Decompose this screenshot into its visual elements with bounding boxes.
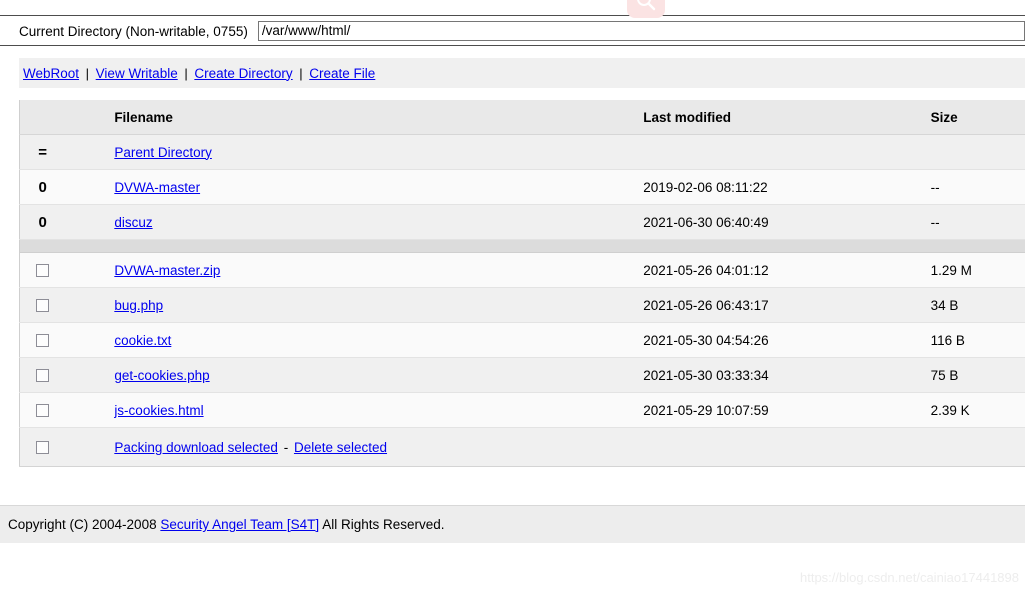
table-row: = Parent Directory: [19, 134, 1025, 170]
table-cell-modified: 2021-05-26 06:43:17: [635, 287, 925, 323]
table-cell-modified: 2021-06-30 06:40:49: [635, 204, 925, 240]
table-cell-filename: bug.php: [65, 287, 636, 323]
table-cell-size: 2.39 K: [924, 392, 1025, 428]
table-cell-select: [19, 252, 66, 288]
link-directory-discuz[interactable]: discuz: [114, 215, 152, 230]
table-cell-filename: discuz: [65, 204, 636, 240]
table-row: 0 DVWA-master 2019-02-06 08:11:22 --: [19, 169, 1025, 205]
table-cell-filename: js-cookies.html: [65, 392, 636, 428]
link-packing-download-selected[interactable]: Packing download selected: [114, 440, 278, 455]
link-directory-dvwa-master[interactable]: DVWA-master: [114, 180, 200, 195]
link-file-cookie-txt[interactable]: cookie.txt: [114, 333, 171, 348]
table-cell-filename: DVWA-master.zip: [65, 252, 636, 288]
table-cell-select: [19, 357, 66, 393]
link-view-writable[interactable]: View Writable: [96, 66, 178, 81]
table-row: cookie.txt 2021-05-30 04:54:26 116 B: [19, 322, 1025, 358]
action-links-bar: WebRoot | View Writable | Create Directo…: [19, 58, 1025, 88]
folder-icon: 0: [19, 204, 66, 240]
table-cell-modified: 2021-05-30 04:54:26: [635, 322, 925, 358]
bulk-actions-cell: Packing download selected - Delete selec…: [65, 427, 1025, 467]
watermark: https://blog.csdn.net/cainiao17441898: [799, 570, 1019, 585]
link-file-get-cookies-php[interactable]: get-cookies.php: [114, 368, 209, 383]
link-create-file[interactable]: Create File: [309, 66, 375, 81]
section-separator: [19, 239, 1025, 253]
table-cell-modified: 2021-05-26 04:01:12: [635, 252, 925, 288]
nav-separator-2: |: [184, 65, 188, 81]
bulk-actions-separator: -: [283, 439, 289, 455]
table-cell-filename: DVWA-master: [65, 169, 636, 205]
table-row: get-cookies.php 2021-05-30 03:33:34 75 B: [19, 357, 1025, 393]
table-cell-modified: [635, 134, 925, 170]
table-cell-modified: 2019-02-06 08:11:22: [635, 169, 925, 205]
table-cell-size: 75 B: [924, 357, 1025, 393]
link-delete-selected[interactable]: Delete selected: [294, 440, 387, 455]
current-directory-row: Current Directory (Non-writable, 0755): [0, 16, 1025, 46]
header-size[interactable]: Size: [924, 100, 1025, 135]
link-file-js-cookies-html[interactable]: js-cookies.html: [114, 403, 203, 418]
table-header-row: Filename Last modified Size: [19, 100, 1025, 135]
link-file-dvwa-master-zip[interactable]: DVWA-master.zip: [114, 263, 220, 278]
table-row: 0 discuz 2021-06-30 06:40:49 --: [19, 204, 1025, 240]
row-checkbox[interactable]: [36, 299, 50, 313]
table-row: js-cookies.html 2021-05-29 10:07:59 2.39…: [19, 392, 1025, 428]
search-icon-chip[interactable]: [627, 0, 665, 18]
table-row: bug.php 2021-05-26 06:43:17 34 B: [19, 287, 1025, 323]
row-checkbox[interactable]: [36, 404, 50, 418]
link-parent-directory[interactable]: Parent Directory: [114, 145, 212, 160]
table-cell-select: [19, 392, 66, 428]
file-list-table: Filename Last modified Size = Parent Dir…: [19, 100, 1025, 467]
folder-icon: 0: [19, 169, 66, 205]
file-manager-page: Current Directory (Non-writable, 0755) W…: [0, 0, 1025, 597]
table-cell-filename: cookie.txt: [65, 322, 636, 358]
copyright-suffix: All Rights Reserved.: [319, 517, 445, 532]
action-links: WebRoot | View Writable | Create Directo…: [19, 66, 375, 81]
row-checkbox[interactable]: [36, 264, 50, 278]
parent-directory-icon: =: [19, 134, 66, 170]
link-file-bug-php[interactable]: bug.php: [114, 298, 163, 313]
table-cell-size: --: [924, 204, 1025, 240]
header-icon: [19, 100, 66, 135]
current-directory-input[interactable]: [257, 21, 1025, 41]
table-cell-filename: Parent Directory: [65, 134, 636, 170]
table-cell-size: 34 B: [924, 287, 1025, 323]
table-cell-select-all: [19, 427, 66, 467]
table-cell-filename: get-cookies.php: [65, 357, 636, 393]
header-filename[interactable]: Filename: [65, 100, 636, 135]
bulk-actions-row: Packing download selected - Delete selec…: [19, 427, 1025, 467]
link-security-angel-team[interactable]: Security Angel Team [S4T]: [160, 517, 319, 532]
top-divider: [0, 15, 1025, 16]
header-last-modified[interactable]: Last modified: [635, 100, 925, 135]
section-separator-cell: [19, 239, 1025, 253]
current-directory-label: Current Directory (Non-writable, 0755): [19, 23, 248, 39]
table-cell-size: [924, 134, 1025, 170]
table-cell-size: --: [924, 169, 1025, 205]
table-cell-select: [19, 287, 66, 323]
link-webroot[interactable]: WebRoot: [23, 66, 79, 81]
table-row: DVWA-master.zip 2021-05-26 04:01:12 1.29…: [19, 252, 1025, 288]
row-checkbox[interactable]: [36, 334, 50, 348]
table-cell-modified: 2021-05-29 10:07:59: [635, 392, 925, 428]
table-cell-modified: 2021-05-30 03:33:34: [635, 357, 925, 393]
nav-separator-3: |: [299, 65, 303, 81]
copyright-text: Copyright (C) 2004-2008 Security Angel T…: [0, 517, 445, 532]
page-footer: Copyright (C) 2004-2008 Security Angel T…: [0, 505, 1025, 543]
link-create-directory[interactable]: Create Directory: [194, 66, 292, 81]
row-checkbox[interactable]: [36, 369, 50, 383]
copyright-prefix: Copyright (C) 2004-2008: [8, 517, 161, 532]
directory-divider: [0, 45, 1025, 46]
table-cell-select: [19, 322, 66, 358]
table-cell-size: 116 B: [924, 322, 1025, 358]
nav-separator-1: |: [85, 65, 90, 81]
select-all-checkbox[interactable]: [36, 441, 50, 455]
table-cell-size: 1.29 M: [924, 252, 1025, 288]
